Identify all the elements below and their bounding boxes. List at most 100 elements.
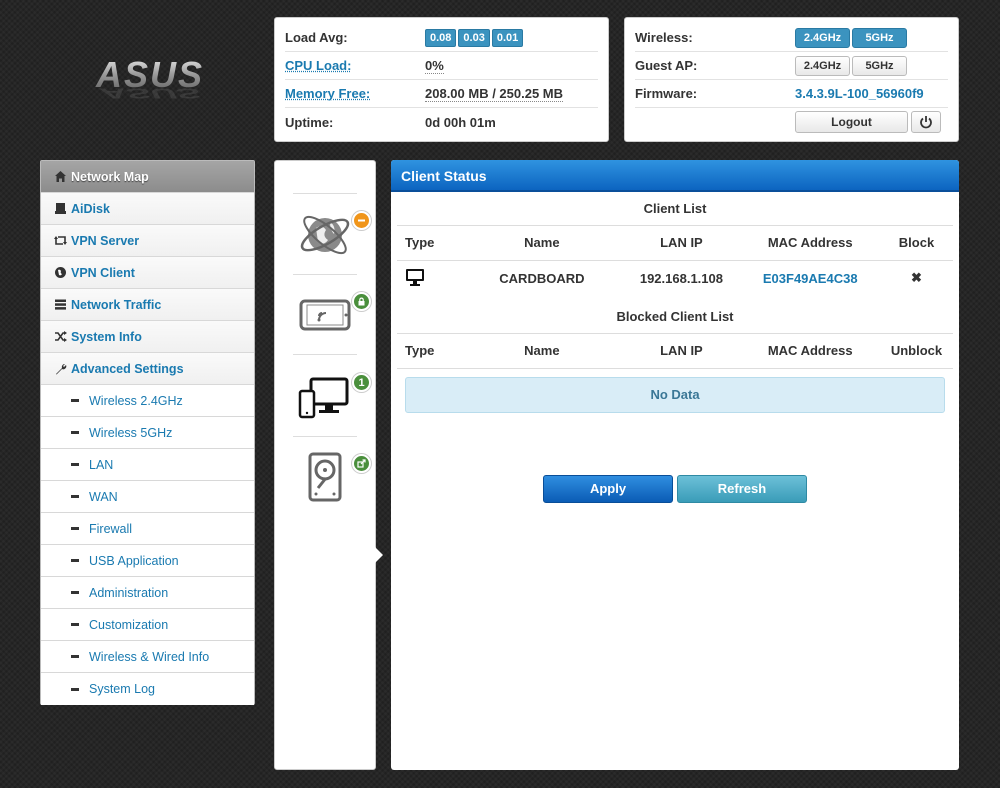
firmware-label: Firmware: <box>635 86 698 101</box>
blocked-list-table: Type Name LAN IP MAC Address Unblock <box>397 334 953 369</box>
clients-device[interactable] <box>293 365 357 429</box>
sidebar-subitem-label: USB Application <box>89 553 179 568</box>
guest-5ghz-button[interactable]: 5GHz <box>852 55 907 76</box>
sidebar-item-advanced-settings[interactable]: Advanced Settings <box>41 353 254 385</box>
sidebar-item-aidisk[interactable]: AiDisk <box>41 193 254 225</box>
uptime-value: 0d 00h 01m <box>425 114 496 130</box>
usb-eject-badge <box>352 454 371 473</box>
dash-icon <box>71 559 79 562</box>
load-avg-1m: 0.08 <box>425 28 457 47</box>
no-data-message: No Data <box>405 376 945 413</box>
client-mac-link[interactable]: E03F49AE4C38 <box>740 260 880 296</box>
drive-icon <box>53 202 67 216</box>
sidebar-subitem-usb-application[interactable]: USB Application <box>41 545 254 577</box>
client-list-title: Client List <box>397 192 953 226</box>
sidebar-subitem-system-log[interactable]: System Log <box>41 673 254 705</box>
sidebar-subitem-lan[interactable]: LAN <box>41 449 254 481</box>
block-client-button[interactable]: ✖ <box>880 260 953 296</box>
power-button[interactable] <box>911 111 941 133</box>
asus-logo: ASUS ASUS <box>80 54 220 107</box>
selected-device-arrow <box>375 547 383 563</box>
lock-icon <box>358 297 365 306</box>
divider <box>293 354 357 355</box>
load-avg-values: 0.08 0.03 0.01 <box>425 28 525 47</box>
memory-free-link[interactable]: Memory Free: <box>285 86 425 101</box>
sidebar-subitem-label: Customization <box>89 617 169 632</box>
sidebar-subitem-customization[interactable]: Customization <box>41 609 254 641</box>
col-name: Name <box>461 334 623 369</box>
load-avg-row: Load Avg: 0.08 0.03 0.01 <box>285 24 598 52</box>
router-security-badge <box>352 292 371 311</box>
dash-icon <box>71 495 79 498</box>
sidebar-nav: Network Map AiDisk VPN Server VPN Client… <box>40 160 255 705</box>
sidebar-subitem-label: LAN <box>89 457 114 472</box>
shuffle-icon <box>53 330 67 344</box>
divider <box>293 274 357 275</box>
wrench-icon <box>53 362 67 376</box>
guest-24ghz-button[interactable]: 2.4GHz <box>795 55 850 76</box>
sidebar-item-label: Network Map <box>71 169 149 184</box>
sidebar-subitem-wan[interactable]: WAN <box>41 481 254 513</box>
panel-title: Client Status <box>391 160 959 192</box>
sidebar-subitem-firewall[interactable]: Firewall <box>41 513 254 545</box>
col-type: Type <box>397 334 462 369</box>
col-block: Block <box>879 226 953 261</box>
sidebar-item-label: System Info <box>71 329 142 344</box>
guest-ap-row: Guest AP: 2.4GHz 5GHz <box>635 52 948 80</box>
guest-ap-label: Guest AP: <box>635 58 698 73</box>
logout-button[interactable]: Logout <box>795 111 908 133</box>
wireless-5ghz-button[interactable]: 5GHz <box>852 27 907 48</box>
sidebar-item-vpn-server[interactable]: VPN Server <box>41 225 254 257</box>
apply-button[interactable]: Apply <box>543 475 673 503</box>
dash-icon <box>71 687 79 691</box>
clients-monitor-phone-icon <box>298 377 349 419</box>
sidebar-subitem-label: Administration <box>89 585 169 600</box>
col-unblock: Unblock <box>879 334 953 369</box>
sidebar-subitem-wireless-24ghz[interactable]: Wireless 2.4GHz <box>41 385 254 417</box>
home-icon <box>53 170 67 184</box>
client-type-cell <box>397 260 461 296</box>
router-device[interactable] <box>293 283 357 347</box>
sidebar-subitem-wireless-wired-info[interactable]: Wireless & Wired Info <box>41 641 254 673</box>
wireless-24ghz-button[interactable]: 2.4GHz <box>795 27 850 48</box>
firmware-version-link[interactable]: 3.4.3.9L-100_56960f9 <box>795 86 924 101</box>
cpu-load-row: CPU Load: 0% <box>285 52 598 80</box>
col-lan-ip: LAN IP <box>622 334 741 369</box>
power-icon <box>920 116 932 129</box>
sidebar-subitem-label: System Log <box>89 682 156 696</box>
dash-icon <box>71 463 79 466</box>
divider <box>293 436 357 437</box>
sidebar-item-label: VPN Server <box>71 233 140 248</box>
firmware-row: Firmware: 3.4.3.9L-100_56960f9 <box>635 80 948 108</box>
sidebar-subitem-wireless-5ghz[interactable]: Wireless 5GHz <box>41 417 254 449</box>
internet-device[interactable] <box>293 203 357 267</box>
cpu-load-link[interactable]: CPU Load: <box>285 58 425 73</box>
client-name: CARDBOARD <box>499 270 585 286</box>
internet-status-badge <box>352 211 371 230</box>
server-icon <box>53 298 67 312</box>
sidebar-item-vpn-client[interactable]: VPN Client <box>41 257 254 289</box>
sidebar-subitem-administration[interactable]: Administration <box>41 577 254 609</box>
sidebar-item-network-traffic[interactable]: Network Traffic <box>41 289 254 321</box>
usb-disk-device[interactable] <box>293 445 357 509</box>
sidebar-item-label: Network Traffic <box>71 297 162 312</box>
sidebar-item-network-map[interactable]: Network Map <box>41 161 254 193</box>
table-header-row: Type Name LAN IP MAC Address Unblock <box>397 334 953 369</box>
wireless-label: Wireless: <box>635 30 693 45</box>
client-count-badge: 1 <box>352 373 371 392</box>
dash-icon <box>71 623 79 626</box>
refresh-button[interactable]: Refresh <box>677 475 807 503</box>
load-avg-15m: 0.01 <box>491 28 524 47</box>
col-mac: MAC Address <box>740 334 880 369</box>
dash-icon <box>71 399 79 402</box>
device-map-column: 1 <box>274 160 383 770</box>
dash-icon <box>71 527 79 530</box>
hard-disk-icon <box>308 452 342 502</box>
share-icon <box>357 459 366 468</box>
sidebar-subitem-label: WAN <box>89 489 118 504</box>
load-avg-5m: 0.03 <box>458 28 490 47</box>
sidebar-item-system-info[interactable]: System Info <box>41 321 254 353</box>
system-stats-panel: Load Avg: 0.08 0.03 0.01 CPU Load: 0% Memo… <box>274 17 609 142</box>
memory-free-value: 208.00 MB / 250.25 MB <box>425 85 564 102</box>
sidebar-item-label: Advanced Settings <box>71 361 184 376</box>
